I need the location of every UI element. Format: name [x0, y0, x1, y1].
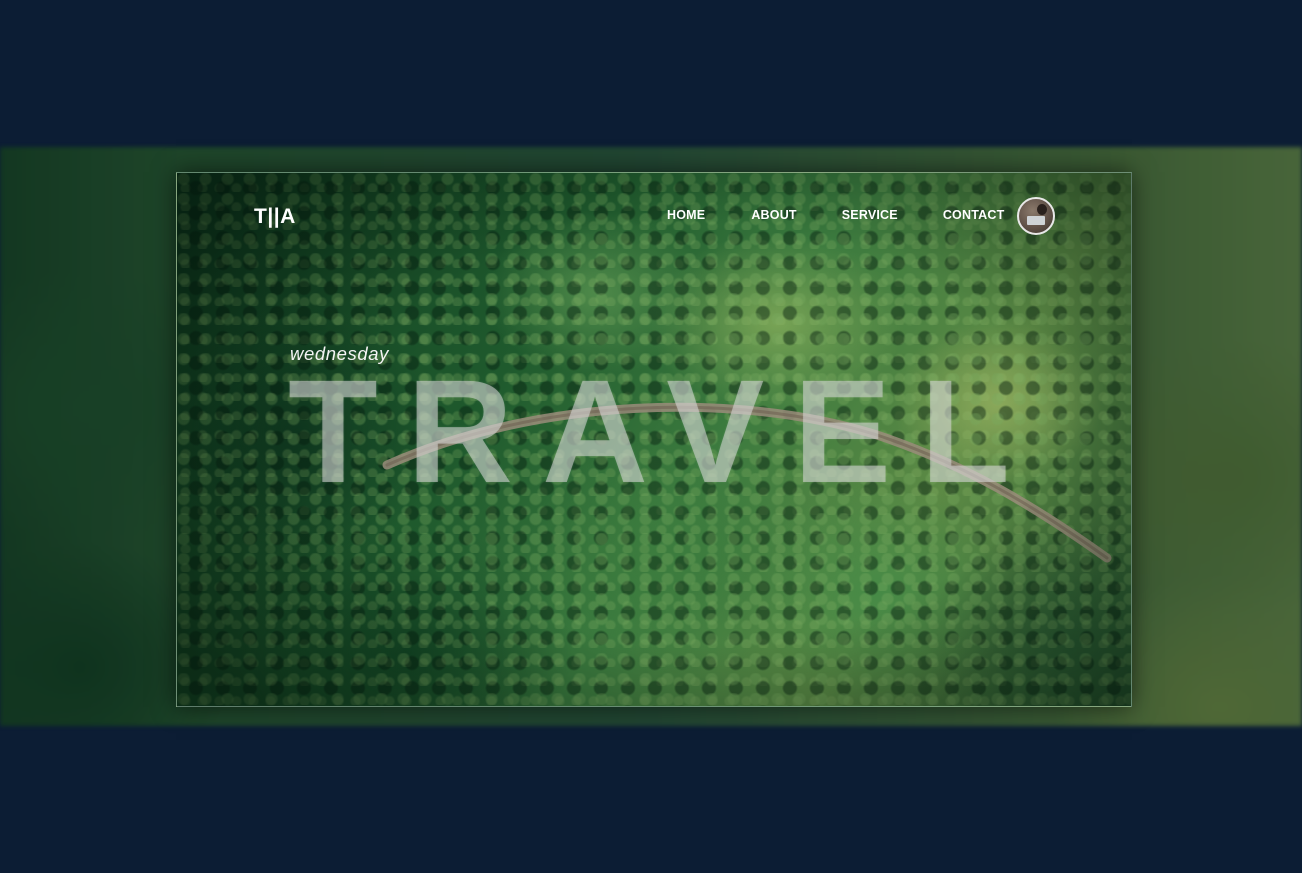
user-avatar-icon[interactable]	[1017, 197, 1055, 235]
hero-card: T||A HOME ABOUT SERVICE CONTACT wednesda…	[176, 172, 1132, 707]
hero-headline: TRAVEL	[288, 350, 1040, 514]
laptop-shape	[1027, 216, 1045, 225]
nav-home-link[interactable]: HOME	[667, 208, 705, 222]
brand-logo[interactable]: T||A	[254, 205, 296, 229]
nav-about-link[interactable]: ABOUT	[751, 208, 796, 222]
main-nav: HOME ABOUT SERVICE CONTACT	[667, 208, 1004, 222]
person-head-shape	[1037, 204, 1047, 215]
nav-contact-link[interactable]: CONTACT	[943, 208, 1005, 222]
nav-service-link[interactable]: SERVICE	[842, 208, 898, 222]
